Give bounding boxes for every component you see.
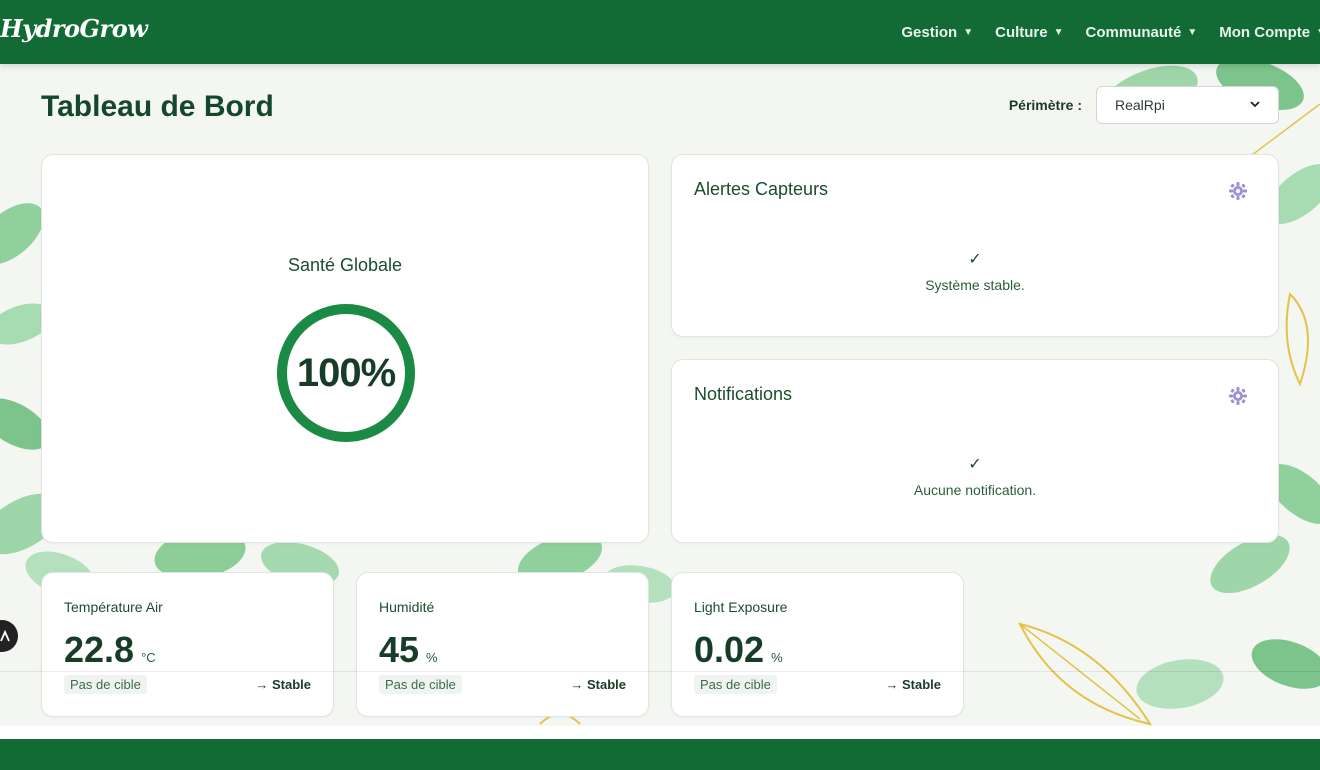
scope-label: Périmètre : [1008,97,1082,113]
metric-number: 22.8 [64,629,135,670]
caret-down-icon: ▼ [1187,26,1198,38]
metric-number: 0.02 [694,629,765,670]
metric-card-humidity[interactable]: Humidité 45 % Pas de cible → Stable [356,572,649,717]
caret-down-icon: ▼ [1316,27,1320,38]
metric-target-badge: Pas de cible [379,675,462,694]
sensor-alerts-title: Alertes Capteurs [694,179,829,199]
global-health-card: Santé Globale 100% [41,154,649,543]
metric-title: Humidité [379,599,435,615]
metric-number: 45 [379,629,420,670]
check-icon: ✓ [968,249,982,268]
metric-value: 45 % [379,629,438,671]
metric-card-light-exposure[interactable]: Light Exposure 0.02 % Pas de cible → Sta… [671,572,964,717]
metric-value: 0.02 % [694,629,783,671]
chevron-down-icon [1250,99,1260,111]
nav-communaute[interactable]: Communauté ▼ [1086,24,1198,41]
scope-selector: Périmètre : RealRpi [1009,86,1279,124]
metric-target-badge: Pas de cible [64,675,147,694]
divider-line [0,671,1320,672]
notifications-message: Aucune notification. [913,482,1037,498]
nav-mon-compte[interactable]: Mon Compte ▼ [1219,24,1320,41]
scope-select[interactable]: RealRpi [1096,86,1279,124]
metric-value: 22.8 °C [64,629,156,671]
metric-unit: °C [141,650,156,665]
sensor-alerts-card: Alertes Capteurs ✓ Système stable. [671,154,1279,337]
page-title: Tableau de Bord [41,90,274,123]
footer-spacer [0,726,1320,739]
metric-unit: % [426,650,438,665]
sensor-alerts-message: Système stable. [925,277,1025,293]
notifications-card: Notifications ✓ Aucune notification. [671,359,1279,543]
app-logo[interactable]: HydroGrow [0,14,148,43]
gear-icon[interactable] [1228,181,1248,201]
global-health-title: Santé Globale [287,255,403,275]
top-navbar: HydroGrow Gestion ▼ Culture ▼ Communauté… [0,0,1320,64]
nav-gestion-label: Gestion [901,23,958,41]
metric-card-temperature[interactable]: Température Air 22.8 °C Pas de cible → S… [41,572,334,717]
health-gauge: 100% [275,302,417,444]
nav-gestion[interactable]: Gestion ▼ [901,24,973,41]
health-value: 100% [296,350,396,395]
main-nav: Gestion ▼ Culture ▼ Communauté ▼ Mon Com… [901,0,1320,64]
check-icon: ✓ [968,454,982,473]
metric-unit: % [771,650,783,665]
nav-mon-compte-label: Mon Compte [1219,23,1311,41]
nav-culture-label: Culture [995,23,1048,41]
metric-trend: → Stable [570,677,626,692]
nav-communaute-label: Communauté [1085,23,1182,41]
metric-trend: → Stable [885,677,941,692]
caret-down-icon: ▼ [1053,26,1064,38]
metric-title: Température Air [64,599,163,615]
metric-title: Light Exposure [694,599,788,615]
metric-target-badge: Pas de cible [694,675,777,694]
gear-icon[interactable] [1228,386,1248,406]
metric-trend: → Stable [255,677,311,692]
caret-down-icon: ▼ [963,26,974,38]
scope-selected-value: RealRpi [1115,97,1165,113]
notifications-title: Notifications [694,384,793,404]
nav-culture[interactable]: Culture ▼ [995,24,1063,41]
footer-bar [0,739,1320,770]
